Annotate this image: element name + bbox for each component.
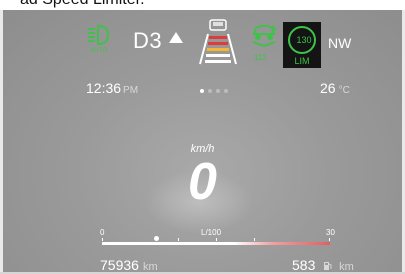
distance-warning-icon bbox=[252, 24, 277, 48]
auto-label: AUTO bbox=[90, 48, 108, 54]
upshift-arrow-icon bbox=[169, 32, 183, 43]
limiter-label: LIM bbox=[294, 56, 310, 66]
page-dot bbox=[200, 89, 204, 93]
clock: 12:36 PM bbox=[86, 80, 138, 96]
consumption-max-label: 30 bbox=[326, 228, 335, 237]
odometer-unit: km bbox=[142, 261, 158, 273]
temperature-value: 26 bbox=[320, 80, 336, 96]
frame-left bbox=[0, 10, 3, 274]
page-dot bbox=[224, 89, 228, 93]
clock-time: 12:36 bbox=[86, 80, 122, 96]
speed-limiter-indicator: 130 LIM bbox=[283, 22, 321, 68]
page-dot bbox=[216, 89, 220, 93]
consumption-marker bbox=[154, 236, 159, 241]
lane-assist-icon bbox=[199, 19, 237, 65]
outside-temperature: 26 °C bbox=[320, 80, 350, 96]
consumption-tick bbox=[216, 238, 217, 241]
instrument-cluster-screen: AUTO D3 112 130 LIM NW 12:36 PM 26 °C km… bbox=[0, 10, 405, 274]
page-dot bbox=[208, 89, 212, 93]
clock-period: PM bbox=[123, 85, 139, 96]
cropped-caption: ad Speed Limiter. bbox=[0, 0, 405, 10]
consumption-unit-label: L/100 bbox=[201, 228, 222, 237]
range-value: 583 bbox=[292, 257, 316, 273]
range-unit: km bbox=[339, 261, 354, 273]
temperature-unit: °C bbox=[338, 85, 350, 96]
fuel-pump-icon bbox=[324, 262, 332, 270]
consumption-tick bbox=[254, 238, 255, 241]
gear-indicator: D3 bbox=[133, 28, 163, 53]
consumption-tick bbox=[329, 238, 330, 241]
consumption-bar bbox=[102, 242, 330, 245]
auto-headlight-icon: AUTO bbox=[86, 24, 114, 54]
consumption-tick bbox=[178, 238, 179, 241]
distance-value: 112 bbox=[254, 53, 267, 62]
speed-value: 0 bbox=[188, 153, 217, 211]
fuel-range: 583 km bbox=[292, 257, 354, 273]
odometer-value: 75936 bbox=[100, 257, 139, 273]
odometer: 75936 km bbox=[100, 257, 158, 273]
limiter-sign-icon: 130 bbox=[288, 26, 316, 54]
compass-heading: NW bbox=[328, 35, 352, 51]
caption-text: ad Speed Limiter. bbox=[20, 0, 145, 9]
limiter-speed: 130 bbox=[296, 35, 312, 45]
consumption-tick bbox=[102, 238, 103, 241]
consumption-min-label: 0 bbox=[100, 228, 105, 237]
